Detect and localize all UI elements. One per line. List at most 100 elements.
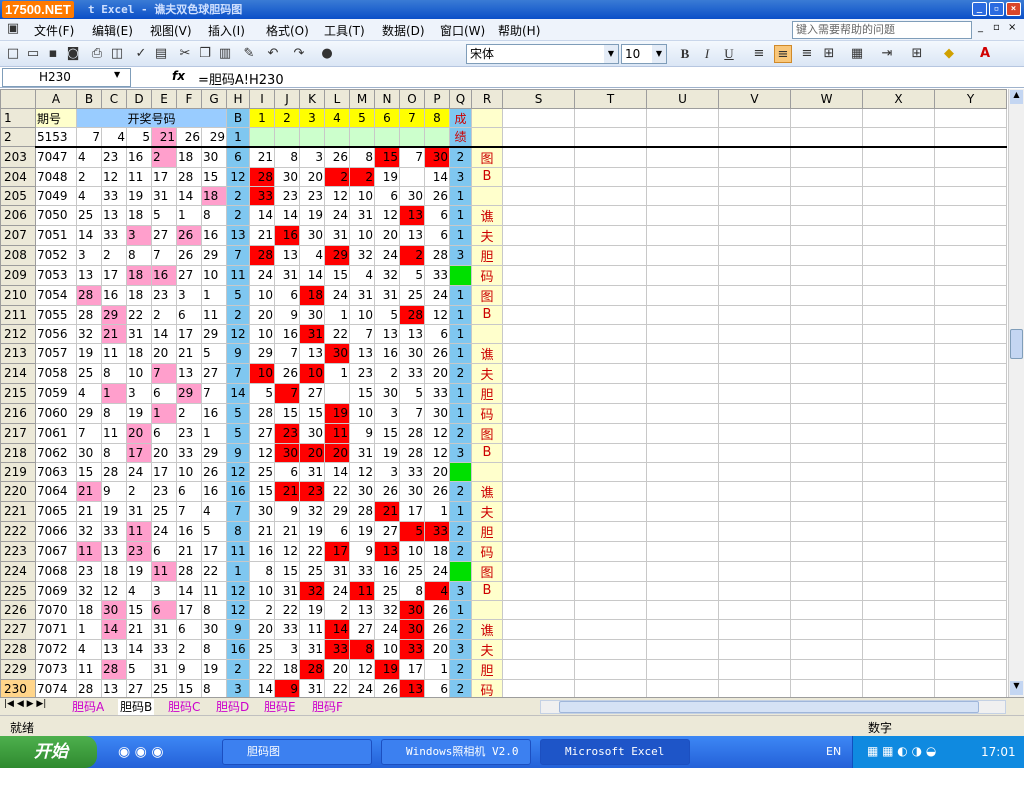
- cell[interactable]: [934, 461, 1007, 482]
- cell[interactable]: 4: [349, 264, 375, 286]
- cell[interactable]: 1: [449, 382, 472, 404]
- cell[interactable]: 6: [424, 678, 450, 697]
- cell[interactable]: 16: [374, 560, 400, 582]
- cell[interactable]: 32: [76, 520, 102, 542]
- cell[interactable]: [502, 304, 575, 325]
- cell[interactable]: 23: [274, 422, 300, 444]
- cell[interactable]: [718, 402, 791, 424]
- cell[interactable]: 10: [126, 362, 152, 384]
- cell[interactable]: 23: [76, 560, 102, 582]
- borders-icon[interactable]: ⊞: [908, 45, 926, 63]
- cell[interactable]: 16: [151, 264, 177, 286]
- cell[interactable]: 7064: [35, 480, 77, 502]
- cell[interactable]: 16: [176, 520, 202, 542]
- cell[interactable]: [790, 599, 863, 620]
- vertical-title-cell[interactable]: 码: [471, 540, 503, 562]
- cell[interactable]: 33: [399, 461, 425, 482]
- cell[interactable]: 18: [176, 146, 202, 168]
- cell[interactable]: 3: [226, 678, 250, 697]
- quick-launch-icons[interactable]: ◉ ◉ ◉: [118, 744, 164, 760]
- cell[interactable]: 21: [274, 480, 300, 502]
- cell[interactable]: [862, 580, 935, 601]
- cell[interactable]: [471, 127, 503, 148]
- cell[interactable]: 30: [274, 166, 300, 187]
- cell[interactable]: 12: [274, 540, 300, 562]
- row-header[interactable]: 216: [0, 402, 36, 424]
- cell[interactable]: 7047: [35, 146, 77, 168]
- undo-icon[interactable]: ↶: [264, 45, 282, 63]
- cell[interactable]: 32: [349, 244, 375, 266]
- cell[interactable]: [718, 185, 791, 206]
- cell[interactable]: 14: [324, 618, 350, 640]
- cell[interactable]: 17: [126, 442, 152, 463]
- cell[interactable]: 26: [424, 599, 450, 620]
- cell[interactable]: 10: [249, 323, 275, 344]
- cell[interactable]: 20: [126, 422, 152, 444]
- cell[interactable]: 31: [299, 323, 325, 344]
- cell[interactable]: 15: [374, 422, 400, 444]
- cell[interactable]: [646, 678, 719, 697]
- vertical-title-cell[interactable]: 夫: [471, 224, 503, 246]
- cell[interactable]: 5: [399, 520, 425, 542]
- cell[interactable]: [471, 108, 503, 128]
- cell[interactable]: 29: [201, 127, 227, 148]
- cell[interactable]: 13: [399, 678, 425, 697]
- cell[interactable]: [718, 461, 791, 482]
- cell[interactable]: 14: [249, 204, 275, 226]
- align-right-icon[interactable]: ≡: [798, 45, 816, 63]
- cell[interactable]: 24: [324, 580, 350, 601]
- cell[interactable]: 25: [151, 500, 177, 522]
- cell[interactable]: [934, 284, 1007, 306]
- cell[interactable]: 6: [374, 185, 400, 206]
- cell[interactable]: [790, 304, 863, 325]
- cell[interactable]: 21: [101, 323, 127, 344]
- cell[interactable]: 12: [424, 442, 450, 463]
- cell[interactable]: 28: [101, 461, 127, 482]
- cell[interactable]: 31: [299, 461, 325, 482]
- cell[interactable]: 8: [399, 580, 425, 601]
- cell[interactable]: 30: [399, 480, 425, 502]
- cell[interactable]: [934, 304, 1007, 325]
- column-header[interactable]: V: [718, 89, 791, 109]
- copy-icon[interactable]: ❐: [196, 45, 214, 63]
- cell[interactable]: 8: [101, 442, 127, 463]
- cell[interactable]: 11: [201, 304, 227, 325]
- cell[interactable]: [502, 500, 575, 522]
- cell[interactable]: 24: [151, 520, 177, 542]
- cell[interactable]: [934, 442, 1007, 463]
- cell[interactable]: 26: [424, 480, 450, 502]
- cell[interactable]: 25: [374, 580, 400, 601]
- cell[interactable]: 19: [126, 185, 152, 206]
- cell[interactable]: 18: [126, 342, 152, 364]
- cell[interactable]: 30: [349, 480, 375, 502]
- header-b-cell[interactable]: B: [226, 108, 250, 128]
- cell[interactable]: 21: [176, 342, 202, 364]
- cell[interactable]: [862, 304, 935, 325]
- cell[interactable]: 20: [249, 618, 275, 640]
- cell[interactable]: 16: [201, 480, 227, 502]
- cell[interactable]: 10: [374, 638, 400, 660]
- cell[interactable]: [574, 204, 647, 226]
- cell[interactable]: 18: [101, 560, 127, 582]
- sheet-tab[interactable]: 胆码D: [214, 699, 252, 715]
- cell[interactable]: 20: [151, 442, 177, 463]
- cell[interactable]: [574, 264, 647, 286]
- cell[interactable]: 7: [274, 382, 300, 404]
- cell[interactable]: [502, 580, 575, 601]
- cell[interactable]: 2: [449, 362, 472, 384]
- vertical-title-cell[interactable]: 谯: [471, 342, 503, 364]
- cell[interactable]: 28: [299, 658, 325, 680]
- cell[interactable]: 32: [299, 500, 325, 522]
- cell[interactable]: 14: [126, 638, 152, 660]
- row-header[interactable]: 1: [0, 108, 36, 128]
- cell[interactable]: [862, 362, 935, 384]
- cell[interactable]: [646, 560, 719, 582]
- cell[interactable]: 28: [349, 500, 375, 522]
- cell[interactable]: [718, 422, 791, 444]
- sheet-tab[interactable]: 胆码B: [118, 699, 155, 715]
- cell[interactable]: 8: [201, 204, 227, 226]
- redo-icon[interactable]: ↷: [290, 45, 308, 63]
- cell[interactable]: [449, 560, 472, 582]
- cell[interactable]: 23: [126, 540, 152, 562]
- cell[interactable]: [790, 580, 863, 601]
